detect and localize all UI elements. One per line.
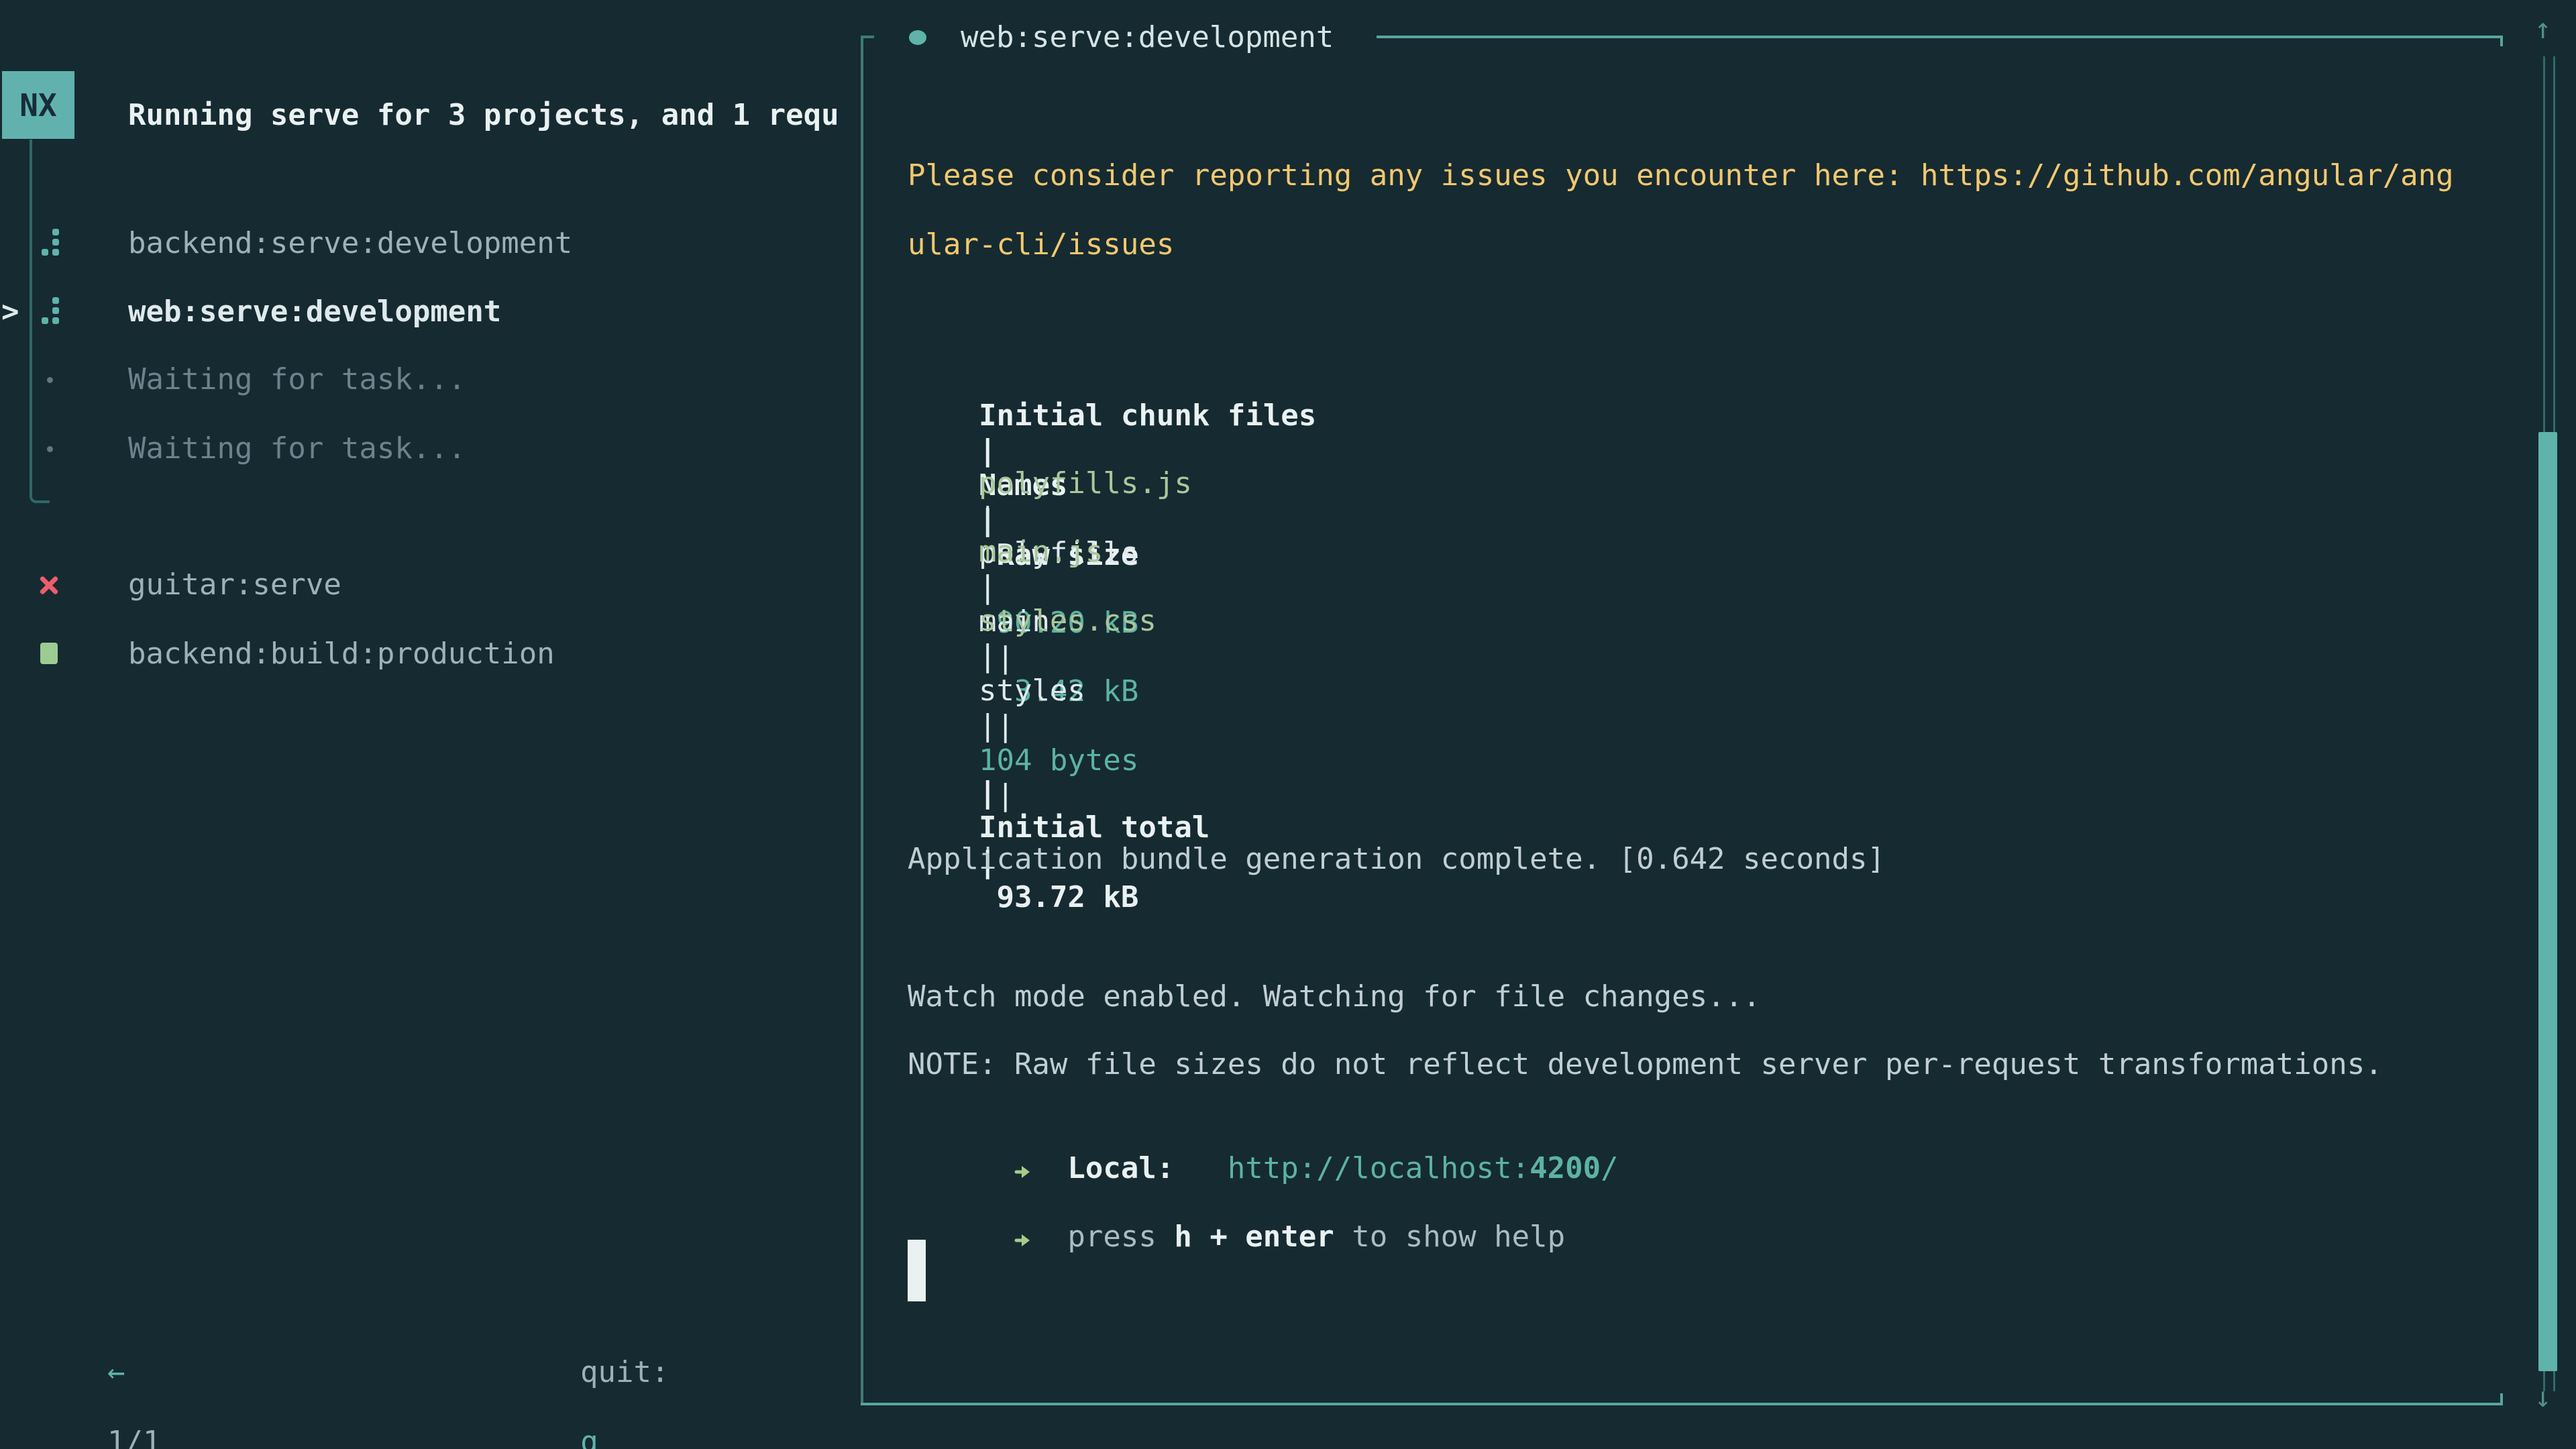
spinner-icon — [42, 297, 60, 325]
press-label: press — [1067, 1220, 1156, 1254]
help-suffix: to show help — [1352, 1220, 1565, 1254]
local-url-link[interactable]: http://localhost:4200/ — [1228, 1151, 1619, 1185]
col-header-files: Initial chunk files — [979, 398, 1334, 433]
scrollbar-track-upper[interactable] — [2543, 56, 2555, 432]
plus-sign: + — [1210, 1220, 1228, 1254]
success-square-icon — [40, 643, 58, 664]
local-label: Local: — [1067, 1151, 1174, 1185]
task-label: backend:serve:development — [128, 226, 572, 261]
arrow-right-icon — [1014, 1154, 1032, 1189]
task-label: backend:build:production — [128, 637, 555, 672]
waiting-dot-icon — [47, 377, 53, 383]
task-label: guitar:serve — [128, 568, 341, 602]
task-label: Waiting for task... — [128, 431, 466, 466]
notice-line-1: Please consider reporting any issues you… — [908, 158, 2454, 193]
pager: ← 1/1 → — [36, 1320, 160, 1449]
total-label: Initial total — [979, 810, 1245, 845]
scroll-up-icon[interactable]: ↑ — [2534, 15, 2551, 43]
arrow-right-icon — [1014, 1222, 1032, 1257]
nx-logo: NX — [2, 71, 74, 139]
note-line: NOTE: Raw file sizes do not reflect deve… — [908, 1047, 2383, 1082]
notice-line-2: ular-cli/issues — [908, 227, 1174, 262]
failed-cross-icon — [38, 574, 60, 596]
panel-status-bullet-icon — [909, 30, 926, 45]
spinner-icon — [42, 229, 60, 257]
quit-label: quit: — [580, 1355, 669, 1389]
chunk-name: styles — [979, 674, 1245, 708]
help-hint-line: pressh + enter to show help — [908, 1185, 1565, 1292]
panel-border-left — [861, 36, 863, 1405]
task-label-selected: web:serve:development — [128, 294, 501, 329]
bundle-complete-line: Application bundle generation complete. … — [908, 842, 1885, 877]
key-enter: enter — [1245, 1220, 1334, 1254]
pager-left-arrow-icon[interactable]: ← — [107, 1355, 125, 1389]
chunk-file: main.js — [979, 535, 1334, 570]
total-size: 93.72 kB — [979, 880, 1138, 915]
hotkey-hints: quit: q help: ? — [509, 1320, 669, 1449]
url-slash: / — [1601, 1151, 1619, 1185]
panel-border-bottom — [861, 1403, 2503, 1405]
watch-mode-line: Watch mode enabled. Watching for file ch… — [908, 979, 1761, 1014]
table-total-row: | Initial total | 93.72 kB — [908, 706, 1334, 950]
chunk-file: styles.css — [979, 604, 1334, 639]
chunk-file: polyfills.js — [979, 466, 1334, 501]
url-host: http://localhost: — [1228, 1151, 1529, 1185]
pager-label: 1/1 — [107, 1425, 160, 1449]
scrollbar-thumb[interactable] — [2538, 432, 2557, 1371]
quit-key: q — [580, 1425, 598, 1449]
key-h: h — [1174, 1220, 1192, 1254]
chevron-right-icon: > — [1, 294, 19, 329]
panel-border-bottom-right-tick — [2500, 1393, 2503, 1405]
page-title: Running serve for 3 projects, and 1 requ — [128, 98, 863, 133]
scroll-down-icon[interactable]: ↓ — [2534, 1383, 2551, 1411]
panel-border-top-right-tick — [2500, 36, 2503, 46]
terminal-cursor — [908, 1240, 926, 1301]
panel-title: web:serve:development — [961, 20, 1334, 55]
panel-border-top-stub — [861, 36, 874, 38]
task-label: Waiting for task... — [128, 362, 466, 397]
pipe-divider: | — [979, 775, 1014, 810]
nx-terminal-ui: NX Running serve for 3 projects, and 1 r… — [0, 0, 2576, 1449]
waiting-dot-icon — [47, 446, 53, 452]
panel-border-top — [1377, 36, 2503, 38]
url-port: 4200 — [1529, 1151, 1601, 1185]
pipe-divider: | — [979, 639, 1014, 674]
